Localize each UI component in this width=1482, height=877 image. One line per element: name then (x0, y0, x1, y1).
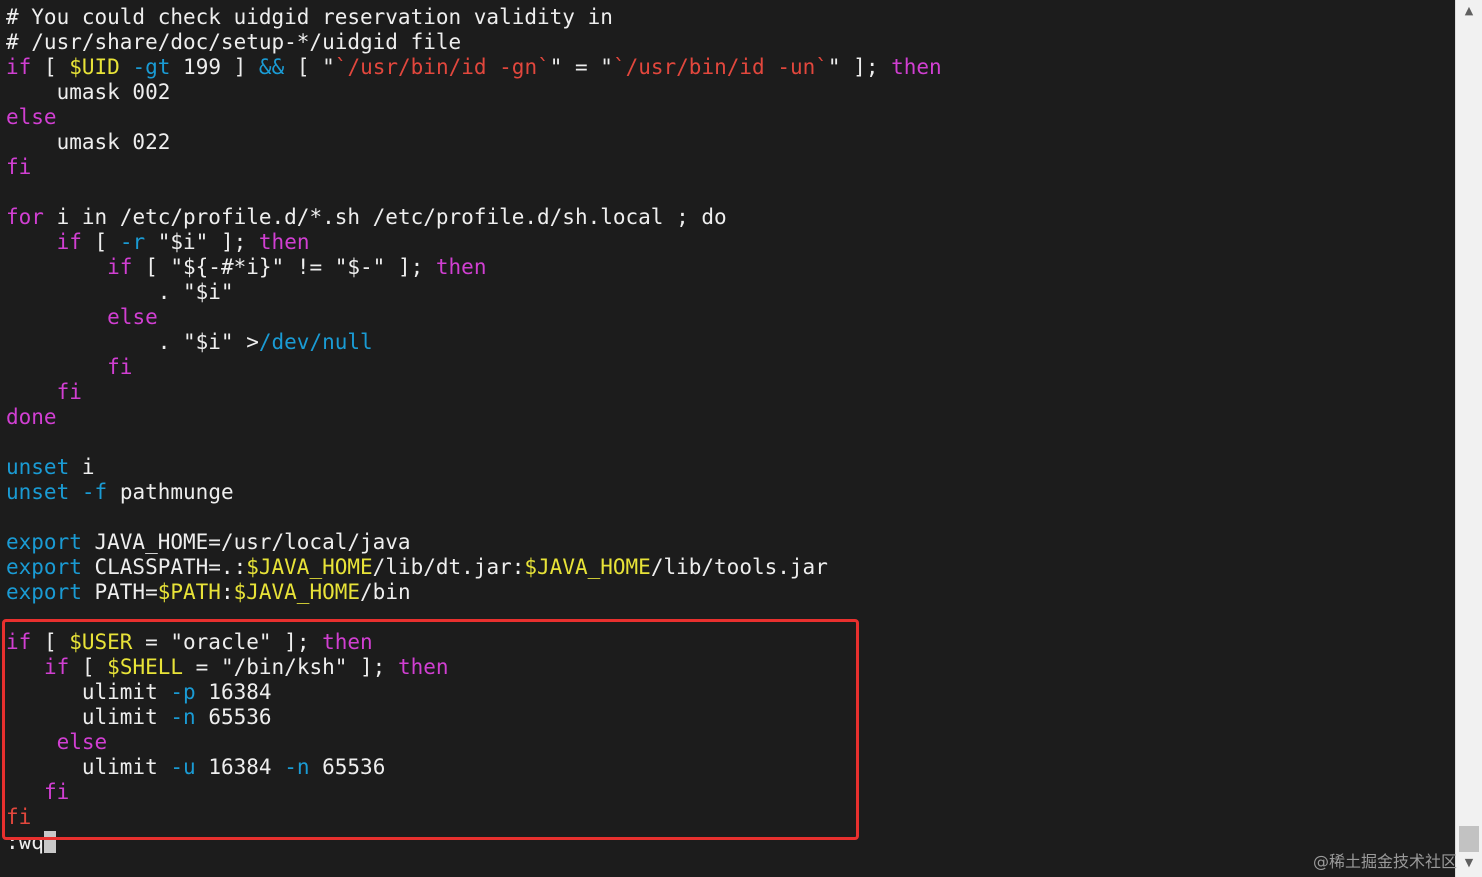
code-line: unset i (6, 455, 942, 480)
code-token-keyword: fi (6, 155, 32, 179)
code-token-plain: "$i" ]; (145, 230, 259, 254)
code-token-option: -r (119, 230, 146, 254)
code-line: umask 022 (6, 130, 942, 155)
code-token-keyword: if (56, 230, 82, 254)
code-token-plain: : (220, 580, 234, 604)
code-token-plain: [ (31, 55, 70, 79)
code-line: else (6, 105, 942, 130)
code-token-plain: . "$i" > (6, 330, 259, 354)
code-token-keyword: else (6, 105, 57, 129)
code-line: fi (6, 380, 942, 405)
code-line: else (6, 305, 942, 330)
code-line: if [ "${-#*i}" != "$-" ]; then (6, 255, 942, 280)
code-line: done (6, 405, 942, 430)
code-token-plain: CLASSPATH=.: (81, 555, 247, 579)
code-token-plain: umask 002 (6, 80, 171, 104)
scrollbar-thumb[interactable] (1459, 826, 1479, 852)
code-token-option: -gt (132, 55, 171, 79)
code-token-plain: 199 ] (170, 55, 259, 79)
code-token-keyword: done (6, 405, 57, 429)
code-token-plain: /bin (360, 580, 411, 604)
highlight-annotation-box (2, 619, 859, 840)
code-token-var: $JAVA_HOME (524, 555, 651, 579)
code-line: export PATH=$PATH:$JAVA_HOME/bin (6, 580, 942, 605)
code-token-plain: [ " (284, 55, 335, 79)
code-token-keyword: fi (56, 380, 82, 404)
code-token-option: /dev/null (258, 330, 373, 354)
code-token-var: $PATH (157, 580, 221, 604)
code-token-option: unset (6, 480, 70, 504)
code-token-plain: i in /etc/profile.d/*.sh /etc/profile.d/… (43, 205, 727, 229)
code-line: # You could check uidgid reservation val… (6, 5, 942, 30)
code-line: # /usr/share/doc/setup-*/uidgid file (6, 30, 942, 55)
code-token-option: -f (81, 480, 108, 504)
code-token-plain: /lib/dt.jar: (372, 555, 525, 579)
code-token-keyword: fi (107, 355, 133, 379)
code-token-string: `/usr/bin/id -gn` (334, 55, 550, 79)
code-token-plain: PATH= (81, 580, 158, 604)
code-token-string: `/usr/bin/id -un` (612, 55, 828, 79)
code-token-plain: JAVA_HOME=/usr/local/java (81, 530, 411, 554)
code-token-keyword: if (107, 255, 133, 279)
code-token-plain: [ "${-#*i}" != "$-" ]; (132, 255, 436, 279)
code-token-option: unset (6, 455, 70, 479)
code-line: export JAVA_HOME=/usr/local/java (6, 530, 942, 555)
code-line: fi (6, 355, 942, 380)
code-line: umask 002 (6, 80, 942, 105)
code-line: unset -f pathmunge (6, 480, 942, 505)
code-line: fi (6, 155, 942, 180)
code-token-keyword: for (6, 205, 44, 229)
code-line: if [ -r "$i" ]; then (6, 230, 942, 255)
code-token-keyword: then (435, 255, 487, 279)
code-line: . "$i" >/dev/null (6, 330, 942, 355)
code-token-keyword: then (258, 230, 310, 254)
code-token-plain: i (69, 455, 95, 479)
code-token-plain: " = " (549, 55, 613, 79)
code-token-comment: # /usr/share/doc/setup-*/uidgid file (6, 30, 462, 54)
code-token-var: $UID (69, 55, 120, 79)
code-token-option: export (6, 530, 82, 554)
vertical-scrollbar[interactable]: ▲ ▼ (1455, 0, 1482, 877)
code-token-var: $JAVA_HOME (246, 555, 373, 579)
chevron-up-icon[interactable]: ▲ (1462, 4, 1476, 18)
code-line: export CLASSPATH=.:$JAVA_HOME/lib/dt.jar… (6, 555, 942, 580)
code-token-plain: umask 022 (6, 130, 171, 154)
code-token-option: export (6, 555, 82, 579)
code-token-plain: " ]; (827, 55, 892, 79)
code-token-plain: pathmunge (107, 480, 234, 504)
code-token-plain: /lib/tools.jar (650, 555, 828, 579)
code-line: . "$i" (6, 280, 942, 305)
watermark: @稀土掘金技术社区 (1313, 852, 1458, 871)
code-token-option: export (6, 580, 82, 604)
chevron-down-icon[interactable]: ▼ (1462, 856, 1476, 870)
code-token-keyword: else (107, 305, 158, 329)
code-token-var: $JAVA_HOME (233, 580, 361, 604)
code-line: for i in /etc/profile.d/*.sh /etc/profil… (6, 205, 942, 230)
code-token-keyword: then (891, 55, 942, 79)
code-token-comment: # You could check uidgid reservation val… (6, 5, 613, 29)
code-token-plain: . "$i" (6, 280, 234, 304)
terminal-window[interactable]: # You could check uidgid reservation val… (0, 0, 1456, 877)
code-token-plain: [ (81, 230, 120, 254)
code-token-option: && (258, 55, 285, 79)
code-token-keyword: if (6, 55, 32, 79)
code-line: if [ $UID -gt 199 ] && [ "`/usr/bin/id -… (6, 55, 942, 80)
